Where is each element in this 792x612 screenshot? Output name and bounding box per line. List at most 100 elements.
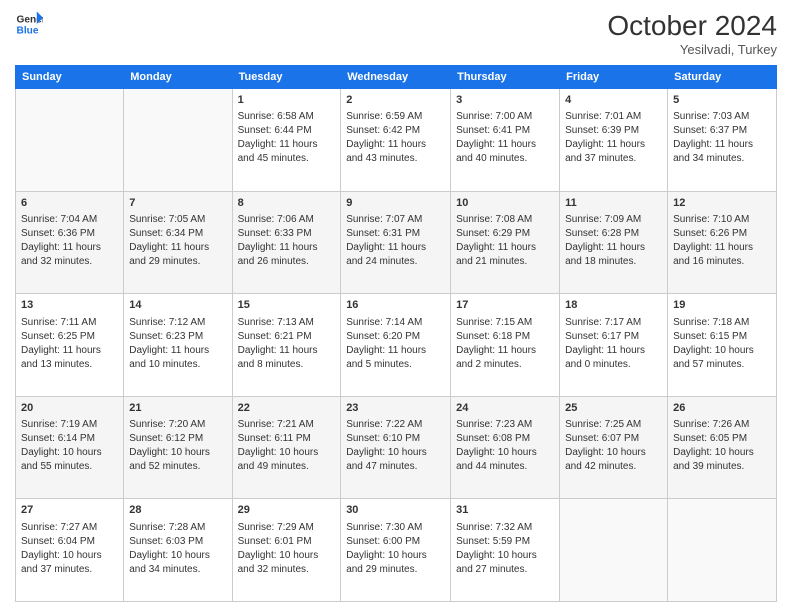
calendar-page: General Blue October 2024 Yesilvadi, Tur…	[0, 0, 792, 612]
cell-info: Sunrise: 7:12 AM	[129, 316, 226, 330]
calendar-cell: 12Sunrise: 7:10 AMSunset: 6:26 PMDayligh…	[668, 191, 777, 294]
calendar-cell: 11 Sunrise: 7:09 AMSunset: 6:28 PMDayligh…	[560, 191, 668, 294]
cell-info: Sunrise: 7:15 AM	[456, 316, 554, 330]
cell-info: Sunset: 6:33 PM	[238, 227, 336, 241]
cell-info: Sunset: 6:12 PM	[129, 432, 226, 446]
cell-info: Sunrise: 7:27 AM	[21, 521, 118, 535]
calendar-cell: 1Sunrise: 6:58 AMSunset: 6:44 PMDaylight…	[232, 89, 341, 192]
cell-info: Daylight: 11 hours and 8 minutes.	[238, 344, 336, 372]
cell-info: Daylight: 11 hours and 21 minutes.	[456, 241, 554, 269]
calendar-cell: 8Sunrise: 7:06 AMSunset: 6:33 PMDaylight…	[232, 191, 341, 294]
day-number: 5	[673, 93, 771, 108]
cell-info: Sunset: 6:14 PM	[21, 432, 118, 446]
cell-info: Sunset: 6:01 PM	[238, 535, 336, 549]
col-header-saturday: Saturday	[668, 66, 777, 89]
cell-info: Daylight: 10 hours and 39 minutes.	[673, 446, 771, 474]
calendar-cell: 21Sunrise: 7:20 AMSunset: 6:12 PMDayligh…	[124, 396, 232, 499]
calendar-cell: 22Sunrise: 7:21 AMSunset: 6:11 PMDayligh…	[232, 396, 341, 499]
cell-info: Sunset: 6:18 PM	[456, 330, 554, 344]
location-subtitle: Yesilvadi, Turkey	[607, 42, 777, 57]
calendar-cell: 18Sunrise: 7:17 AMSunset: 6:17 PMDayligh…	[560, 294, 668, 397]
calendar-cell: 6Sunrise: 7:04 AMSunset: 6:36 PMDaylight…	[16, 191, 124, 294]
cell-info: Sunset: 6:15 PM	[673, 330, 771, 344]
cell-info: Sunrise: 7:19 AM	[21, 418, 118, 432]
week-row-1: 1Sunrise: 6:58 AMSunset: 6:44 PMDaylight…	[16, 89, 777, 192]
cell-info: Sunrise: 7:28 AM	[129, 521, 226, 535]
cell-info: Sunrise: 7:00 AM	[456, 110, 554, 124]
days-header-row: SundayMondayTuesdayWednesdayThursdayFrid…	[16, 66, 777, 89]
cell-info: Sunset: 6:20 PM	[346, 330, 445, 344]
cell-info: Daylight: 11 hours and 13 minutes.	[21, 344, 118, 372]
cell-info: Sunset: 6:05 PM	[673, 432, 771, 446]
week-row-3: 13Sunrise: 7:11 AMSunset: 6:25 PMDayligh…	[16, 294, 777, 397]
cell-info: Sunrise: 7:14 AM	[346, 316, 445, 330]
calendar-cell: 4Sunrise: 7:01 AMSunset: 6:39 PMDaylight…	[560, 89, 668, 192]
cell-info: Sunrise: 7:11 AM	[21, 316, 118, 330]
cell-info: Sunset: 6:25 PM	[21, 330, 118, 344]
cell-info: Daylight: 10 hours and 34 minutes.	[129, 549, 226, 577]
cell-info: Sunset: 6:37 PM	[673, 124, 771, 138]
day-number: 12	[673, 196, 771, 211]
cell-info: Sunrise: 6:58 AM	[238, 110, 336, 124]
cell-info: Sunrise: 7:23 AM	[456, 418, 554, 432]
cell-info: Sunrise: 7:07 AM	[346, 213, 445, 227]
calendar-table: SundayMondayTuesdayWednesdayThursdayFrid…	[15, 65, 777, 602]
cell-info: Daylight: 10 hours and 29 minutes.	[346, 549, 445, 577]
cell-info: Sunset: 6:11 PM	[238, 432, 336, 446]
cell-info: Daylight: 11 hours and 32 minutes.	[21, 241, 118, 269]
day-number: 9	[346, 196, 445, 211]
day-number: 2	[346, 93, 445, 108]
calendar-cell: 15Sunrise: 7:13 AMSunset: 6:21 PMDayligh…	[232, 294, 341, 397]
cell-info: Sunrise: 7:18 AM	[673, 316, 771, 330]
day-number: 10	[456, 196, 554, 211]
cell-info: Sunset: 6:10 PM	[346, 432, 445, 446]
cell-info: Sunset: 6:34 PM	[129, 227, 226, 241]
cell-info: Daylight: 11 hours and 2 minutes.	[456, 344, 554, 372]
day-number: 4	[565, 93, 662, 108]
calendar-cell: 25Sunrise: 7:25 AMSunset: 6:07 PMDayligh…	[560, 396, 668, 499]
cell-info: Sunrise: 7:13 AM	[238, 316, 336, 330]
day-number: 3	[456, 93, 554, 108]
cell-info: Sunset: 6:36 PM	[21, 227, 118, 241]
day-number: 22	[238, 401, 336, 416]
calendar-cell: 27Sunrise: 7:27 AMSunset: 6:04 PMDayligh…	[16, 499, 124, 602]
day-number: 7	[129, 196, 226, 211]
cell-info: Sunset: 6:04 PM	[21, 535, 118, 549]
calendar-cell: 26Sunrise: 7:26 AMSunset: 6:05 PMDayligh…	[668, 396, 777, 499]
cell-info: Daylight: 11 hours and 10 minutes.	[129, 344, 226, 372]
col-header-thursday: Thursday	[451, 66, 560, 89]
cell-info: Sunset: 6:41 PM	[456, 124, 554, 138]
day-number: 1	[238, 93, 336, 108]
cell-info: Daylight: 10 hours and 47 minutes.	[346, 446, 445, 474]
cell-info: Sunrise: 7:06 AM	[238, 213, 336, 227]
cell-info: Sunrise: 7:09 AM	[565, 213, 662, 227]
calendar-cell	[560, 499, 668, 602]
col-header-wednesday: Wednesday	[341, 66, 451, 89]
cell-info: Sunset: 6:07 PM	[565, 432, 662, 446]
cell-info: Daylight: 10 hours and 57 minutes.	[673, 344, 771, 372]
header: General Blue October 2024 Yesilvadi, Tur…	[15, 10, 777, 57]
day-number: 16	[346, 298, 445, 313]
day-number: 31	[456, 503, 554, 518]
cell-info: Daylight: 11 hours and 5 minutes.	[346, 344, 445, 372]
cell-info: Daylight: 10 hours and 52 minutes.	[129, 446, 226, 474]
calendar-cell	[668, 499, 777, 602]
calendar-cell: 24Sunrise: 7:23 AMSunset: 6:08 PMDayligh…	[451, 396, 560, 499]
calendar-cell: 20Sunrise: 7:19 AMSunset: 6:14 PMDayligh…	[16, 396, 124, 499]
cell-info: Sunset: 6:28 PM	[565, 227, 662, 241]
cell-info: Daylight: 11 hours and 18 minutes.	[565, 241, 662, 269]
day-number: 18	[565, 298, 662, 313]
cell-info: Daylight: 10 hours and 49 minutes.	[238, 446, 336, 474]
cell-info: Sunset: 6:29 PM	[456, 227, 554, 241]
day-number: 13	[21, 298, 118, 313]
cell-info: Sunrise: 7:08 AM	[456, 213, 554, 227]
calendar-cell	[16, 89, 124, 192]
day-number: 17	[456, 298, 554, 313]
logo-icon: General Blue	[15, 10, 43, 38]
day-number: 19	[673, 298, 771, 313]
cell-info: Sunrise: 7:05 AM	[129, 213, 226, 227]
day-number: 11	[565, 196, 662, 211]
cell-info: Sunset: 6:08 PM	[456, 432, 554, 446]
day-number: 28	[129, 503, 226, 518]
cell-info: Sunset: 6:42 PM	[346, 124, 445, 138]
